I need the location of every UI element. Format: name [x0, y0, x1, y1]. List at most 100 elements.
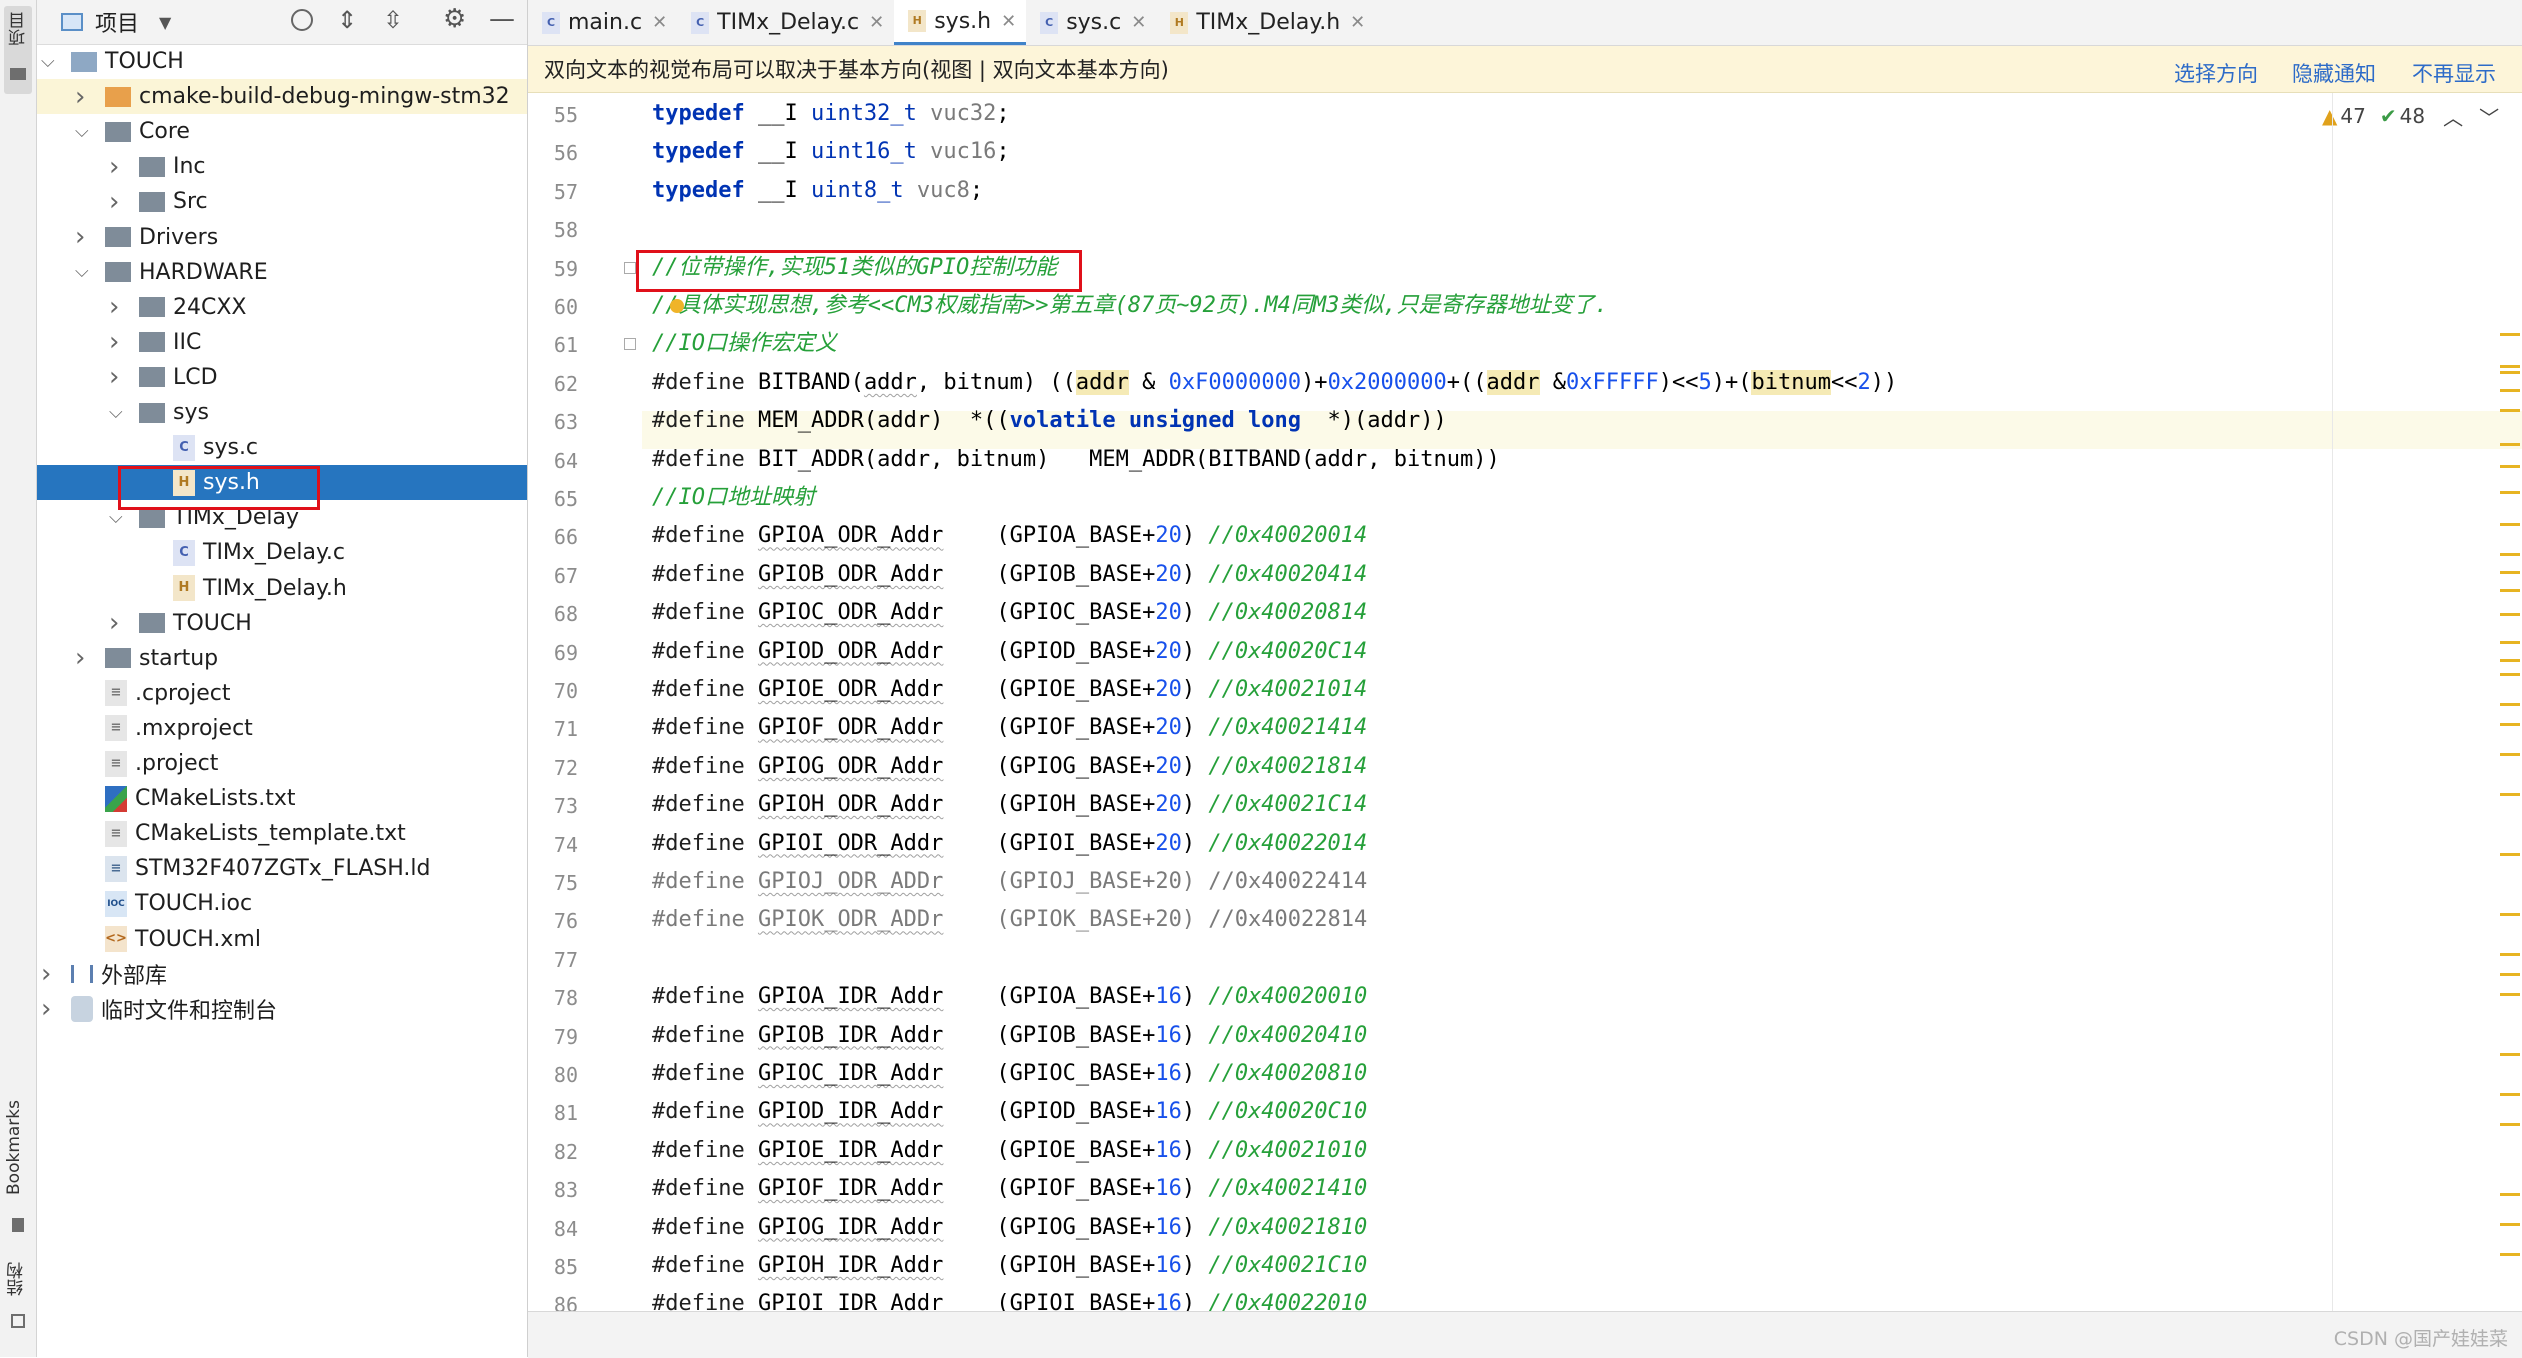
- chevron-down-icon[interactable]: ⌵: [75, 263, 91, 281]
- close-icon[interactable]: ✕: [1131, 12, 1146, 33]
- cmake-icon: [105, 785, 127, 812]
- tree-item[interactable]: ≡ CMakeLists_template.txt: [37, 816, 527, 851]
- inspection-widget[interactable]: ▲ 47 ✔ 48 ︿ ﹀: [2322, 102, 2499, 131]
- scroll-mark: [2500, 333, 2520, 336]
- lightbulb-icon[interactable]: [670, 299, 684, 313]
- chevron-down-icon[interactable]: ⌵: [41, 52, 57, 70]
- line-number: 84: [553, 1216, 578, 1241]
- tree-item[interactable]: › startup: [37, 641, 527, 676]
- structure-tool-button[interactable]: 结构: [4, 1262, 32, 1342]
- line-number: 68: [553, 602, 578, 627]
- scroll-mark: [2500, 371, 2520, 374]
- hide-notification-link[interactable]: 隐藏通知: [2292, 58, 2376, 88]
- folder-icon: [105, 121, 131, 142]
- tree-item[interactable]: ≡ .mxproject: [37, 711, 527, 746]
- close-icon[interactable]: ✕: [652, 12, 667, 33]
- chevron-down-icon[interactable]: ⌵: [75, 122, 91, 140]
- chevron-right-icon[interactable]: ›: [75, 645, 91, 671]
- chevron-right-icon[interactable]: ›: [109, 154, 125, 180]
- tree-item[interactable]: <> TOUCH.xml: [37, 922, 527, 957]
- chevron-right-icon[interactable]: ›: [109, 189, 125, 215]
- target-icon[interactable]: [291, 9, 313, 31]
- code-line: #define BIT_ADDR(addr, bitnum) MEM_ADDR(…: [652, 446, 1500, 472]
- chevron-down-icon[interactable]: ⌵: [109, 508, 125, 526]
- tree-item[interactable]: › LCD: [37, 360, 527, 395]
- choose-direction-link[interactable]: 选择方向: [2174, 58, 2258, 88]
- c-file-icon: C: [1040, 11, 1059, 34]
- tree-item[interactable]: C TIMx_Delay.c: [37, 535, 527, 570]
- project-panel-header: 项目 ▼ ⇕ ⇳ ⚙ —: [37, 0, 527, 45]
- expand-all-icon[interactable]: ⇕: [337, 6, 357, 34]
- fold-marker-icon[interactable]: [624, 338, 636, 351]
- bookmarks-tool-button[interactable]: Bookmarks: [4, 1100, 32, 1240]
- tree-item[interactable]: Csys.c: [37, 430, 527, 465]
- tree-item[interactable]: CMakeLists.txt: [37, 781, 527, 816]
- tree-item[interactable]: ≡ .project: [37, 746, 527, 781]
- tree-item-label: 临时文件和控制台: [101, 999, 278, 1025]
- tree-item[interactable]: › 临时文件和控制台: [37, 992, 527, 1027]
- chevron-up-icon[interactable]: ︿: [2443, 102, 2463, 131]
- gear-icon[interactable]: ⚙: [443, 4, 466, 34]
- c-file-icon: C: [173, 434, 195, 461]
- fold-marker-icon[interactable]: [624, 261, 636, 274]
- tree-item[interactable]: › Drivers: [37, 220, 527, 255]
- project-tool-button[interactable]: 项目: [4, 6, 32, 94]
- tree-item[interactable]: ⌵ Core: [37, 114, 527, 149]
- hide-panel-icon[interactable]: —: [489, 4, 515, 34]
- tree-item-label: TOUCH: [105, 49, 184, 74]
- editor-tab[interactable]: H TIMx_Delay.h ✕: [1156, 0, 1375, 45]
- text-file-icon: ≡: [105, 750, 127, 777]
- code-line: #define GPIOB_IDR_Addr (GPIOB_BASE+16) /…: [652, 1022, 1368, 1048]
- tree-item[interactable]: › IIC: [37, 325, 527, 360]
- project-view-title[interactable]: 项目: [95, 6, 139, 38]
- tree-item[interactable]: ≡ .cproject: [37, 676, 527, 711]
- editor-tab[interactable]: Csys.c ✕: [1026, 0, 1156, 45]
- folder-icon: [139, 191, 165, 212]
- scroll-mark: [2500, 589, 2520, 592]
- tree-item[interactable]: ⌵ HARDWARE: [37, 255, 527, 290]
- chevron-right-icon[interactable]: ›: [75, 224, 91, 250]
- collapse-all-icon[interactable]: ⇳: [383, 6, 403, 34]
- tree-item[interactable]: ⌵ TOUCH: [37, 44, 527, 79]
- tree-item[interactable]: › TOUCH: [37, 606, 527, 641]
- folder-icon: [71, 51, 97, 72]
- code-line: #define GPIOA_ODR_Addr (GPIOA_BASE+20) /…: [652, 523, 1368, 549]
- close-icon[interactable]: ✕: [869, 12, 884, 33]
- tree-item-label: TIMx_Delay.h: [203, 575, 347, 601]
- tree-item[interactable]: H TIMx_Delay.h: [37, 571, 527, 606]
- tree-item-label: .mxproject: [135, 715, 253, 741]
- editor-tab[interactable]: Hsys.h ✕: [894, 0, 1027, 45]
- code-line: #define GPIOG_ODR_Addr (GPIOG_BASE+20) /…: [652, 753, 1368, 779]
- tree-item[interactable]: › cmake-build-debug-mingw-stm32: [37, 79, 527, 115]
- chevron-right-icon[interactable]: ›: [41, 996, 57, 1022]
- tree-item[interactable]: IOC TOUCH.ioc: [37, 886, 527, 921]
- chevron-right-icon[interactable]: ›: [109, 610, 125, 636]
- tree-item[interactable]: › Src: [37, 184, 527, 219]
- chevron-right-icon[interactable]: ›: [109, 364, 125, 390]
- close-icon[interactable]: ✕: [1001, 11, 1016, 32]
- tree-item[interactable]: › Inc: [37, 149, 527, 184]
- tree-item[interactable]: ⌵ sys: [37, 395, 527, 430]
- editor-tab[interactable]: C TIMx_Delay.c ✕: [677, 0, 894, 45]
- tree-item[interactable]: › 外部库: [37, 957, 527, 992]
- line-number: 55: [553, 103, 578, 127]
- warning-count: 47: [2340, 104, 2366, 128]
- chevron-down-icon[interactable]: ﹀: [2479, 102, 2499, 131]
- chevron-right-icon[interactable]: ›: [109, 329, 125, 355]
- ok-count: 48: [2399, 104, 2426, 128]
- dont-show-again-link[interactable]: 不再显示: [2412, 58, 2496, 88]
- tree-item-label: TIMx_Delay.c: [203, 540, 345, 566]
- tree-item[interactable]: ≡ STM32F407ZGTx_FLASH.ld: [37, 851, 527, 886]
- chevron-down-icon[interactable]: ▼: [159, 13, 171, 32]
- c-file-icon: C: [691, 11, 710, 34]
- chevron-down-icon[interactable]: ⌵: [109, 403, 125, 421]
- tree-item[interactable]: › 24CXX: [37, 290, 527, 325]
- code-line: #define GPIOH_ODR_Addr (GPIOH_BASE+20) /…: [652, 792, 1368, 818]
- chevron-right-icon[interactable]: ›: [75, 84, 91, 110]
- close-icon[interactable]: ✕: [1350, 12, 1365, 33]
- chevron-right-icon[interactable]: ›: [41, 961, 57, 987]
- chevron-right-icon[interactable]: ›: [109, 294, 125, 320]
- editor-tab[interactable]: Cmain.c ✕: [528, 0, 677, 45]
